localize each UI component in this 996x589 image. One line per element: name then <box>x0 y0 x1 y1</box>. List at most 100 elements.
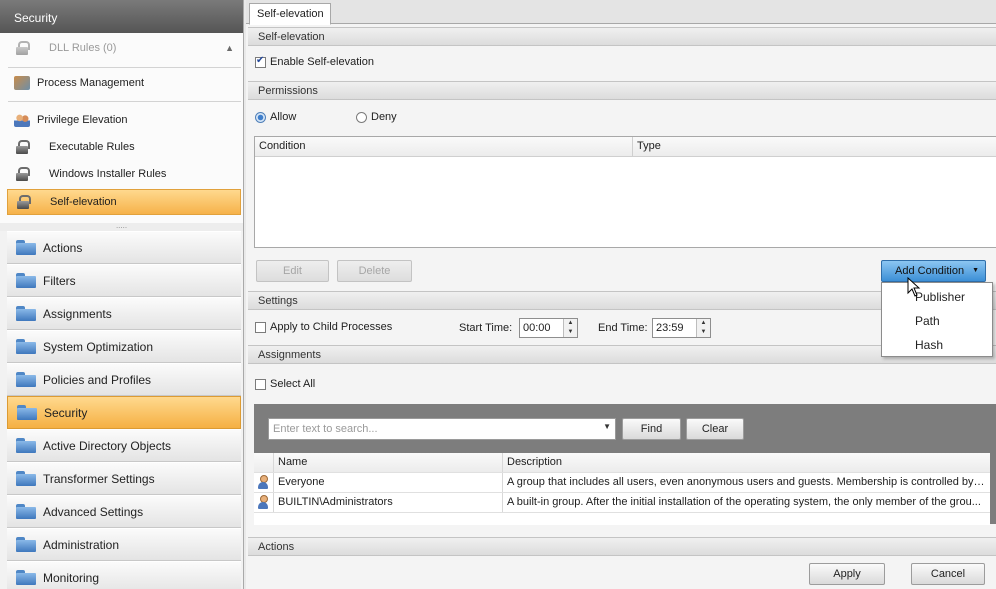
tree-item-self-elevation[interactable]: Self-elevation <box>7 189 241 215</box>
start-time-label: Start Time: <box>459 322 513 334</box>
enable-self-elevation-checkbox[interactable] <box>255 55 266 68</box>
start-time-spinner[interactable]: 00:00 ▲ ▼ <box>519 318 578 338</box>
assignments-grid[interactable]: Name Description Everyone A group that i… <box>254 453 990 525</box>
nav-policies-and-profiles[interactable]: Policies and Profiles <box>7 363 241 396</box>
start-time-value: 00:00 <box>523 322 551 334</box>
nav-label: Administration <box>43 537 120 552</box>
section-header-permissions: Permissions <box>248 81 996 100</box>
apply-button[interactable]: Apply <box>809 563 885 585</box>
find-button[interactable]: Find <box>622 418 681 440</box>
nav-system-optimization[interactable]: System Optimization <box>7 330 241 363</box>
apply-child-processes-checkbox[interactable] <box>255 321 266 333</box>
nav-list: Actions Filters Assignments System Optim… <box>0 231 243 589</box>
deny-option[interactable]: Deny <box>356 111 397 123</box>
conditions-table[interactable]: Condition Type <box>254 136 996 248</box>
folder-icon <box>16 471 36 486</box>
checkbox-label: Select All <box>270 378 316 390</box>
divider <box>8 67 241 68</box>
column-header-condition[interactable]: Condition <box>255 137 633 156</box>
nav-filters[interactable]: Filters <box>7 264 241 297</box>
add-condition-menu: Publisher Path Hash <box>881 282 993 357</box>
collapse-chevron-icon[interactable]: ▲ <box>225 43 234 53</box>
end-time-spinner[interactable]: 23:59 ▲ ▼ <box>652 318 711 338</box>
assignments-panel: Enter text to search... ▼ Find Clear Nam… <box>254 404 996 525</box>
menu-item-hash[interactable]: Hash <box>882 331 992 355</box>
tree-item-process-management[interactable]: Process Management <box>0 70 242 96</box>
folder-icon <box>16 372 36 387</box>
tab-bar: Self-elevation <box>246 0 996 25</box>
tree-item-label: Windows Installer Rules <box>49 168 167 180</box>
spin-arrows-icon[interactable]: ▲ ▼ <box>563 319 577 337</box>
tree-item-label: DLL Rules (0) <box>49 42 117 54</box>
folder-icon <box>16 504 36 519</box>
user-icon <box>257 495 269 509</box>
user-icon <box>257 475 269 489</box>
nav-label: Policies and Profiles <box>43 372 152 387</box>
clear-button[interactable]: Clear <box>686 418 744 440</box>
table-row[interactable]: Everyone A group that includes all users… <box>254 473 990 493</box>
tree-item-dll-rules[interactable]: DLL Rules (0) ▲ <box>0 35 242 61</box>
add-condition-button[interactable]: Add Condition ▼ <box>881 260 986 282</box>
nav-label: Monitoring <box>43 570 100 585</box>
tree-item-label: Self-elevation <box>50 196 117 208</box>
enable-self-elevation-option[interactable]: Enable Self-elevation <box>255 55 374 68</box>
divider <box>8 101 241 102</box>
nav-administration[interactable]: Administration <box>7 528 241 561</box>
nav-security[interactable]: Security <box>7 396 241 429</box>
grid-header: Name Description <box>254 453 990 473</box>
radio-label: Allow <box>270 111 297 123</box>
nav-label: Security <box>44 405 88 420</box>
edit-button[interactable]: Edit <box>256 260 329 282</box>
allow-radio[interactable] <box>255 111 266 123</box>
add-condition-label: Add Condition <box>895 265 965 277</box>
cancel-button[interactable]: Cancel <box>911 563 985 585</box>
apply-child-processes-option[interactable]: Apply to Child Processes <box>255 321 392 333</box>
menu-item-path[interactable]: Path <box>882 307 992 331</box>
nav-label: Transformer Settings <box>43 471 155 486</box>
spin-arrows-icon[interactable]: ▲ ▼ <box>696 319 710 337</box>
security-tree: DLL Rules (0) ▲ Process Management Privi… <box>0 33 243 223</box>
tree-item-executable-rules[interactable]: Executable Rules <box>0 134 242 160</box>
delete-button[interactable]: Delete <box>337 260 412 282</box>
section-header-actions: Actions <box>248 537 996 556</box>
row-description: A group that includes all users, even an… <box>507 476 989 488</box>
select-all-option[interactable]: Select All <box>255 378 315 390</box>
dropdown-arrow-icon[interactable]: ▼ <box>603 422 611 431</box>
search-input[interactable]: Enter text to search... ▼ <box>268 418 616 440</box>
folder-icon <box>16 339 36 354</box>
column-header-description[interactable]: Description <box>503 453 990 472</box>
table-header: Condition Type <box>255 137 996 157</box>
select-all-checkbox[interactable] <box>255 378 266 390</box>
deny-radio[interactable] <box>356 111 367 123</box>
nav-label: Active Directory Objects <box>43 438 172 453</box>
tree-item-label: Process Management <box>37 77 144 89</box>
mouse-cursor-icon <box>907 277 921 297</box>
splitter-grip[interactable]: ..... <box>0 222 243 231</box>
column-header-type[interactable]: Type <box>633 137 996 156</box>
nav-actions[interactable]: Actions <box>7 231 241 264</box>
nav-advanced-settings[interactable]: Advanced Settings <box>7 495 241 528</box>
folder-icon <box>16 306 36 321</box>
nav-active-directory-objects[interactable]: Active Directory Objects <box>7 429 241 462</box>
column-header-name[interactable]: Name <box>274 453 503 472</box>
lock-icon <box>16 41 30 55</box>
nav-label: Advanced Settings <box>43 504 144 519</box>
table-row[interactable]: BUILTIN\Administrators A built-in group.… <box>254 493 990 513</box>
checkbox-label: Apply to Child Processes <box>270 321 393 333</box>
nav-monitoring[interactable]: Monitoring <box>7 561 241 589</box>
lock-icon <box>16 140 30 154</box>
radio-label: Deny <box>371 111 397 123</box>
nav-label: Filters <box>43 273 76 288</box>
folder-icon <box>16 570 36 585</box>
menu-item-publisher[interactable]: Publisher <box>882 283 992 307</box>
nav-assignments[interactable]: Assignments <box>7 297 241 330</box>
tree-item-windows-installer-rules[interactable]: Windows Installer Rules <box>0 161 242 187</box>
process-icon <box>14 76 30 90</box>
section-header-self-elevation: Self-elevation <box>248 27 996 46</box>
tab-self-elevation[interactable]: Self-elevation <box>249 3 331 25</box>
tree-item-privilege-elevation[interactable]: Privilege Elevation <box>0 107 242 133</box>
nav-transformer-settings[interactable]: Transformer Settings <box>7 462 241 495</box>
allow-option[interactable]: Allow <box>255 111 296 123</box>
lock-icon <box>17 195 31 209</box>
folder-icon <box>16 240 36 255</box>
